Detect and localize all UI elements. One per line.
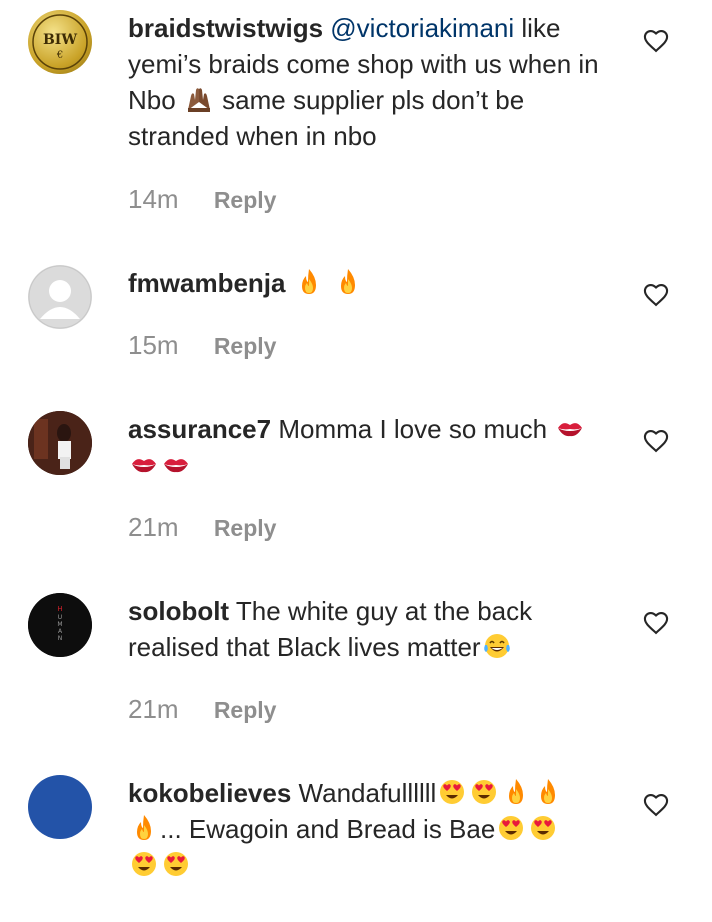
svg-text:M: M	[57, 621, 62, 628]
username[interactable]: solobolt	[128, 596, 229, 626]
braidstwistwigs-logo: BIW €	[32, 14, 88, 70]
mention-link[interactable]: @victoriakimani	[330, 13, 514, 43]
avatar[interactable]: H U M A N	[28, 593, 92, 657]
comment-meta: 21m Reply	[128, 694, 276, 725]
fire-emoji-icon	[333, 267, 363, 297]
tears-of-joy-emoji-icon	[482, 631, 512, 661]
default-avatar-icon	[28, 265, 92, 329]
avatar[interactable]	[28, 411, 92, 475]
timestamp: 21m	[128, 694, 179, 724]
comment-text-2: ... Ewagoin and Bread is Bae	[160, 814, 496, 844]
heart-outline-icon[interactable]	[642, 791, 670, 819]
fire-emoji-icon	[129, 813, 159, 843]
avatar[interactable]: BIW €	[28, 10, 92, 74]
comment-text: Wandafullllll	[291, 778, 437, 808]
timestamp: 15m	[128, 330, 179, 360]
avatar[interactable]	[28, 265, 92, 329]
profile-photo: H U M A N	[28, 593, 92, 657]
username[interactable]: fmwambenja	[128, 268, 286, 298]
raised-hands-emoji-icon	[184, 84, 214, 114]
kiss-mark-emoji-icon	[555, 413, 585, 443]
reply-button[interactable]: Reply	[214, 515, 277, 541]
username[interactable]: braidstwistwigs	[128, 13, 323, 43]
comment-body: fmwambenja	[128, 265, 618, 301]
avatar[interactable]	[28, 775, 92, 839]
svg-text:U: U	[58, 614, 62, 621]
heart-eyes-emoji-icon	[469, 777, 499, 807]
svg-text:N: N	[58, 635, 63, 642]
reply-button[interactable]: Reply	[214, 697, 277, 723]
heart-outline-icon[interactable]	[642, 281, 670, 309]
heart-outline-icon[interactable]	[642, 609, 670, 637]
username[interactable]: kokobelieves	[128, 778, 291, 808]
heart-eyes-emoji-icon	[129, 849, 159, 879]
comment-meta: 15m Reply	[128, 330, 276, 361]
fire-emoji-icon	[533, 777, 563, 807]
comment-body: braidstwistwigs @victoriakimani like yem…	[128, 10, 618, 154]
kiss-mark-emoji-icon	[161, 449, 191, 479]
kiss-mark-emoji-icon	[129, 449, 159, 479]
fire-emoji-icon	[294, 267, 324, 297]
comment-body: kokobelieves Wandafullllll ... Ewagoin an…	[128, 775, 618, 883]
svg-text:H: H	[57, 605, 62, 613]
timestamp: 21m	[128, 512, 179, 542]
heart-outline-icon[interactable]	[642, 427, 670, 455]
comment-meta: 21m Reply	[128, 512, 276, 543]
username[interactable]: assurance7	[128, 414, 271, 444]
timestamp: 14m	[128, 184, 179, 214]
profile-photo	[28, 411, 92, 475]
heart-eyes-emoji-icon	[496, 813, 526, 843]
heart-eyes-emoji-icon	[161, 849, 191, 879]
comment-body: solobolt The white guy at the back reali…	[128, 593, 618, 665]
comment-text: Momma I love so much	[271, 414, 555, 444]
heart-outline-icon[interactable]	[642, 27, 670, 55]
comment-meta: 14m Reply	[128, 184, 276, 215]
svg-text:€: €	[56, 50, 63, 61]
heart-eyes-emoji-icon	[437, 777, 467, 807]
comment-body: assurance7 Momma I love so much	[128, 411, 618, 483]
heart-eyes-emoji-icon	[528, 813, 558, 843]
reply-button[interactable]: Reply	[214, 187, 277, 213]
svg-text:BIW: BIW	[43, 32, 77, 48]
fire-emoji-icon	[501, 777, 531, 807]
reply-button[interactable]: Reply	[214, 333, 277, 359]
